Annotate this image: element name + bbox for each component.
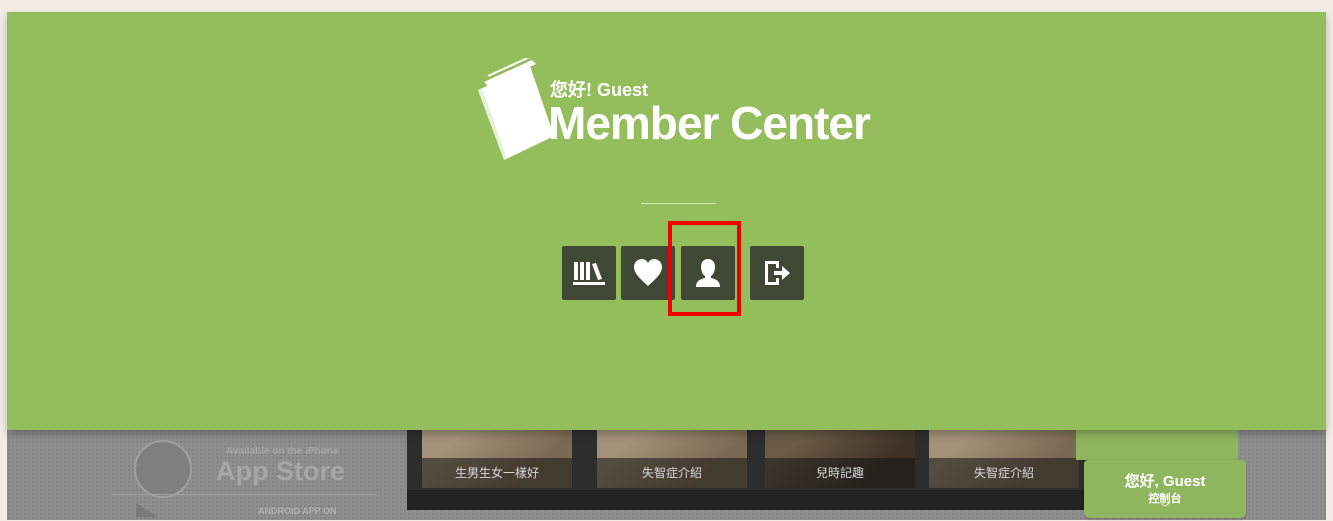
bookshelf-icon: [573, 262, 605, 285]
book-icon: [478, 58, 554, 160]
logout-icon: [765, 261, 790, 285]
logout-button[interactable]: [750, 246, 804, 300]
bookshelf-button[interactable]: [562, 246, 616, 300]
divider: [641, 203, 716, 204]
app-store-text: App Store: [216, 456, 346, 486]
console-greeting: 您好, Guest: [1124, 473, 1206, 490]
shelf-book-caption: 兒時記趣: [765, 458, 915, 488]
shelf-book-caption: 生男生女一樣好: [422, 458, 572, 488]
shelf-book-caption: 失智症介紹: [597, 458, 747, 488]
android-badge[interactable]: ANDROID APP ON: [112, 494, 377, 521]
shelf-book-caption: 失智症介紹: [929, 458, 1079, 488]
android-badge-text: ANDROID APP ON: [258, 506, 337, 516]
chevron-down-icon: ﹀: [1160, 503, 1170, 513]
shelf-base: [407, 490, 1107, 510]
page-title: Member Center: [548, 97, 871, 149]
app-store-badge[interactable]: Available on the iPhone App Store: [112, 432, 377, 498]
heart-icon: [634, 259, 662, 286]
highlight-box: [668, 221, 741, 316]
app-store-icon: [134, 440, 192, 498]
book-shelf: 生男生女一樣好 失智症介紹 兒時記趣 失智症介紹: [407, 420, 1107, 510]
console-button[interactable]: 您好, Guest 控制台 ﹀: [1084, 460, 1246, 518]
play-store-icon: [136, 503, 158, 517]
favorites-button[interactable]: [621, 246, 675, 300]
member-center-brand: 您好! Guest Member Center: [470, 58, 890, 168]
